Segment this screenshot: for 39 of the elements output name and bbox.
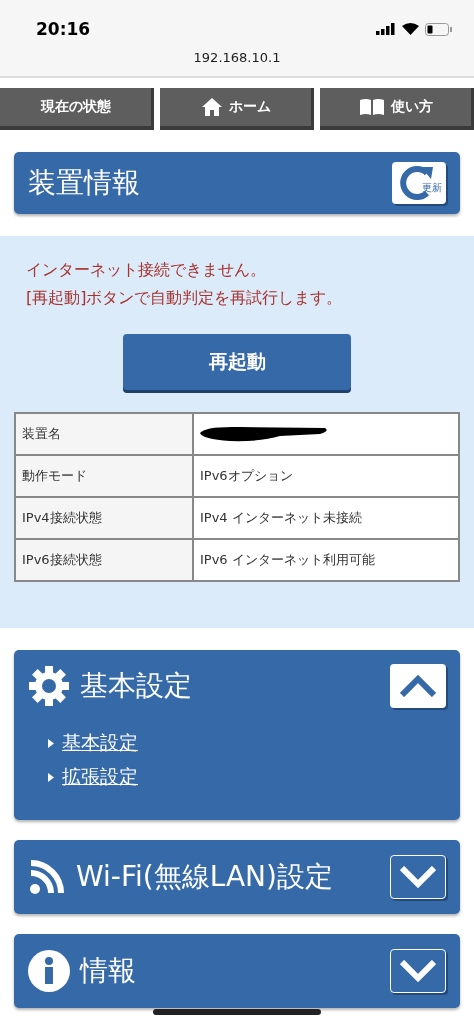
table-cell: IPv6オプション bbox=[193, 455, 459, 497]
toggle-button[interactable] bbox=[390, 949, 446, 993]
battery-icon bbox=[425, 22, 452, 36]
book-icon bbox=[358, 98, 385, 116]
section-title: 基本設定 bbox=[80, 668, 192, 704]
address-bar-url[interactable]: 192.168.10.1 bbox=[193, 50, 281, 65]
refresh-button[interactable]: 更新 bbox=[392, 162, 446, 204]
toggle-button[interactable] bbox=[390, 664, 446, 708]
table-cell: 装置名 bbox=[15, 413, 193, 455]
settings-icon bbox=[28, 665, 70, 707]
table-cell: IPv6接続状態 bbox=[15, 539, 193, 581]
chevron-down-icon bbox=[400, 960, 436, 982]
bullet-icon bbox=[48, 772, 54, 782]
table-cell: IPv6 インターネット利用可能 bbox=[193, 539, 459, 581]
settings-link[interactable]: 拡張設定 bbox=[62, 764, 138, 790]
bullet-icon bbox=[48, 738, 54, 748]
section-title: 装置情報 bbox=[28, 165, 140, 201]
settings-link[interactable]: 基本設定 bbox=[62, 730, 138, 756]
nav-button[interactable]: 使い方 bbox=[320, 88, 474, 130]
error-message: インターネット接続できません。 bbox=[26, 259, 267, 281]
restart-button[interactable]: 再起動 bbox=[123, 334, 351, 390]
status-time: 20:16 bbox=[36, 19, 91, 39]
chevron-down-icon bbox=[400, 866, 436, 888]
table-cell: 動作モード bbox=[15, 455, 193, 497]
section-title: 情報 bbox=[80, 953, 136, 989]
home-icon bbox=[200, 97, 223, 117]
nav-button[interactable]: 現在の状態 bbox=[0, 88, 154, 130]
section-title: Wi-Fi(無線LAN)設定 bbox=[76, 859, 333, 895]
nav-button[interactable]: ホーム bbox=[160, 88, 314, 130]
wifi-icon bbox=[402, 23, 419, 35]
toggle-button[interactable] bbox=[390, 855, 446, 899]
error-message: [再起動]ボタンで自動判定を再試行します。 bbox=[26, 287, 344, 309]
info-icon bbox=[28, 950, 70, 992]
table-cell: IPv4接続状態 bbox=[15, 497, 193, 539]
table-cell: IPv4 インターネット未接続 bbox=[193, 497, 459, 539]
chevron-up-icon bbox=[400, 675, 436, 697]
signal-icon bbox=[376, 23, 396, 35]
wifi-icon bbox=[28, 858, 66, 896]
refresh-label: 更新 bbox=[422, 181, 442, 195]
